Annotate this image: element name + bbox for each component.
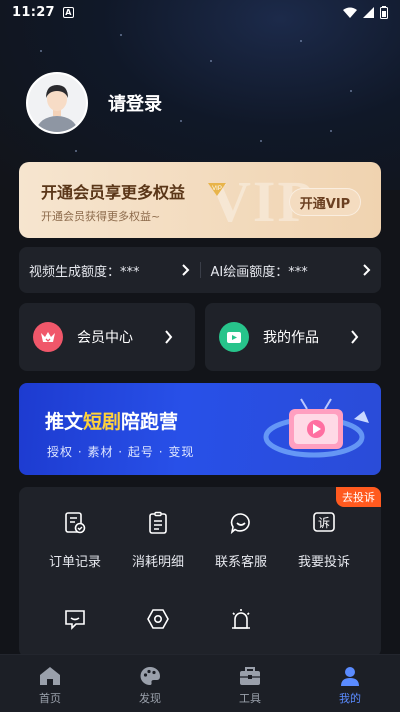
banner-subtitle: 授权 · 素材 · 起号 · 变现 bbox=[47, 445, 195, 459]
default-avatar-icon bbox=[28, 74, 86, 132]
customer-service-icon bbox=[227, 509, 255, 537]
quota-card: 视频生成额度：*** AI绘画额度：*** bbox=[19, 247, 381, 293]
menu-item-message[interactable] bbox=[30, 605, 120, 633]
tab-mine[interactable]: 我的 bbox=[300, 655, 400, 712]
tv-illustration bbox=[263, 398, 369, 458]
bottom-tab-bar: 首页 发现 工具 我的 bbox=[0, 654, 400, 712]
ai-quota-label: AI绘画额度：*** bbox=[210, 264, 308, 280]
menu-item-settings[interactable] bbox=[113, 605, 203, 633]
complaint-badge[interactable]: 去投诉 bbox=[336, 487, 381, 507]
order-record-icon bbox=[61, 509, 89, 537]
banner-title-part2: 陪跑营 bbox=[121, 411, 179, 433]
tab-label: 我的 bbox=[339, 692, 361, 705]
status-time: 11:27 bbox=[12, 4, 55, 20]
member-center-tile[interactable]: 会员中心 bbox=[19, 303, 195, 371]
tab-label: 发现 bbox=[139, 692, 161, 705]
vip-badge-text: VIP bbox=[212, 186, 222, 192]
my-works-tile[interactable]: 我的作品 bbox=[205, 303, 381, 371]
chevron-right-icon bbox=[363, 264, 371, 276]
profile-section[interactable]: 请登录 bbox=[26, 72, 162, 134]
menu-item-alert[interactable] bbox=[196, 605, 286, 633]
consumption-detail-icon bbox=[144, 509, 172, 537]
tab-tools[interactable]: 工具 bbox=[200, 655, 300, 712]
menu-item-consumption-detail[interactable]: 消耗明细 bbox=[113, 509, 203, 570]
wifi-icon bbox=[343, 7, 357, 18]
message-icon bbox=[61, 605, 89, 633]
person-icon bbox=[338, 665, 362, 687]
vip-card[interactable]: VIP 开通会员享更多权益 VIP 开通会员获得更多权益~ 开通VIP bbox=[19, 162, 381, 238]
tab-discover[interactable]: 发现 bbox=[100, 655, 200, 712]
notification-icon: A bbox=[62, 6, 74, 18]
banner-title-part1: 推文 bbox=[45, 411, 84, 433]
menu-label: 订单记录 bbox=[48, 555, 101, 570]
menu-label: 我要投诉 bbox=[297, 555, 350, 570]
palette-icon bbox=[138, 665, 162, 687]
vip-title: 开通会员享更多权益 bbox=[41, 183, 186, 202]
vip-subtitle: 开通会员获得更多权益~ bbox=[41, 210, 161, 223]
bell-icon bbox=[227, 605, 255, 633]
chevron-right-icon bbox=[351, 330, 359, 344]
video-quota-label: 视频生成额度：*** bbox=[29, 264, 140, 280]
crown-icon bbox=[33, 322, 63, 352]
member-center-label: 会员中心 bbox=[77, 330, 133, 346]
banner-title-highlight: 短剧 bbox=[83, 411, 122, 433]
tab-home[interactable]: 首页 bbox=[0, 655, 100, 712]
complaint-icon: 诉 bbox=[310, 509, 338, 537]
menu-label: 消耗明细 bbox=[131, 555, 184, 570]
menu-label: 联系客服 bbox=[214, 555, 267, 570]
tab-label: 首页 bbox=[39, 692, 61, 705]
settings-icon bbox=[144, 605, 172, 633]
open-vip-button[interactable]: 开通VIP bbox=[289, 188, 361, 216]
banner-title: 推文短剧陪跑营 bbox=[45, 407, 178, 434]
toolbox-icon bbox=[238, 665, 262, 687]
login-link[interactable]: 请登录 bbox=[108, 90, 162, 116]
status-bar: 11:27 A bbox=[0, 0, 400, 24]
menu-item-customer-service[interactable]: 联系客服 bbox=[196, 509, 286, 570]
complaint-glyph: 诉 bbox=[318, 516, 330, 530]
promo-banner[interactable]: 推文短剧陪跑营 授权 · 素材 · 起号 · 变现 bbox=[19, 383, 381, 475]
video-quota[interactable]: 视频生成额度：*** bbox=[19, 261, 200, 280]
avatar[interactable] bbox=[26, 72, 88, 134]
video-works-icon bbox=[219, 322, 249, 352]
my-works-label: 我的作品 bbox=[263, 330, 319, 346]
battery-icon bbox=[380, 5, 388, 19]
signal-icon bbox=[363, 6, 374, 18]
menu-item-complaint[interactable]: 诉 我要投诉 bbox=[279, 509, 369, 570]
service-menu: 去投诉 订单记录 消耗明细 联系客服 诉 我要投诉 bbox=[19, 487, 381, 657]
chevron-right-icon bbox=[181, 264, 189, 276]
vip-badge-icon: VIP bbox=[208, 183, 226, 196]
menu-item-order-record[interactable]: 订单记录 bbox=[30, 509, 120, 570]
ai-drawing-quota[interactable]: AI绘画额度：*** bbox=[201, 261, 382, 280]
tab-label: 工具 bbox=[239, 692, 261, 705]
home-icon bbox=[38, 665, 62, 687]
chevron-right-icon bbox=[165, 330, 173, 344]
